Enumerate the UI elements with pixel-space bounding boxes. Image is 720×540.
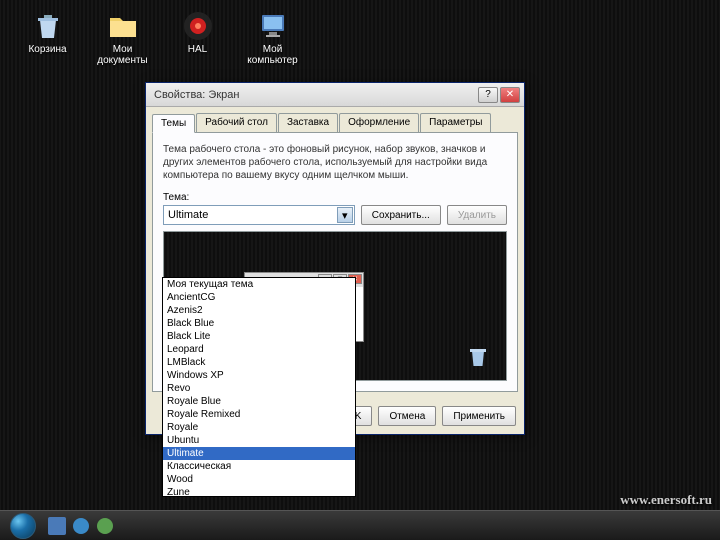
- dropdown-item[interactable]: Ubuntu: [163, 434, 355, 447]
- desktop-icon-computer[interactable]: Мой компьютер: [245, 10, 300, 66]
- desktop-icons: Корзина Мои документы HAL Мой компьютер: [20, 10, 300, 66]
- dropdown-item[interactable]: Классическая: [163, 460, 355, 473]
- preview-recycle-bin-icon: [468, 346, 488, 368]
- quick-launch-icon[interactable]: [72, 517, 90, 535]
- tab-settings[interactable]: Параметры: [420, 113, 491, 132]
- desktop-icon-label: Мой компьютер: [245, 44, 300, 66]
- dropdown-item[interactable]: AncientCG: [163, 291, 355, 304]
- dropdown-item[interactable]: Royale Remixed: [163, 408, 355, 421]
- taskbar: [0, 510, 720, 540]
- chevron-down-icon: ▾: [337, 207, 353, 223]
- desktop-icon-label: Мои документы: [95, 44, 150, 66]
- save-button[interactable]: Сохранить...: [361, 205, 441, 225]
- theme-label: Тема:: [163, 192, 507, 203]
- watermark: www.enersoft.ru: [620, 492, 712, 508]
- desktop-icon-hal[interactable]: HAL: [170, 10, 225, 66]
- desktop-icon-label: HAL: [188, 44, 207, 55]
- dropdown-item[interactable]: Black Blue: [163, 317, 355, 330]
- start-button[interactable]: [6, 512, 40, 540]
- folder-icon: [107, 10, 139, 42]
- dropdown-item[interactable]: Ultimate: [163, 447, 355, 460]
- dropdown-item[interactable]: Revo: [163, 382, 355, 395]
- theme-combobox[interactable]: Ultimate ▾: [163, 205, 355, 225]
- apply-button[interactable]: Применить: [442, 406, 516, 426]
- quick-launch-icon[interactable]: [96, 517, 114, 535]
- dropdown-item[interactable]: Black Lite: [163, 330, 355, 343]
- description-text: Тема рабочего стола - это фоновый рисуно…: [163, 143, 507, 182]
- display-properties-dialog: Свойства: Экран ? ✕ Темы Рабочий стол За…: [145, 82, 525, 435]
- dropdown-item[interactable]: Wood: [163, 473, 355, 486]
- dropdown-item[interactable]: Royale Blue: [163, 395, 355, 408]
- dropdown-item[interactable]: Royale: [163, 421, 355, 434]
- desktop-icon-label: Корзина: [28, 44, 66, 55]
- tab-screensaver[interactable]: Заставка: [278, 113, 338, 132]
- tab-appearance[interactable]: Оформление: [339, 113, 419, 132]
- tab-themes[interactable]: Темы: [152, 114, 195, 133]
- hal-icon: [182, 10, 214, 42]
- cancel-button[interactable]: Отмена: [378, 406, 436, 426]
- dropdown-item[interactable]: Windows XP: [163, 369, 355, 382]
- help-button[interactable]: ?: [478, 87, 498, 103]
- dropdown-item[interactable]: Azenis2: [163, 304, 355, 317]
- quick-launch-icon[interactable]: [48, 517, 66, 535]
- titlebar[interactable]: Свойства: Экран ? ✕: [146, 83, 524, 107]
- computer-icon: [257, 10, 289, 42]
- start-orb-icon: [10, 513, 36, 539]
- tab-desktop[interactable]: Рабочий стол: [196, 113, 277, 132]
- desktop-icon-documents[interactable]: Мои документы: [95, 10, 150, 66]
- dropdown-item[interactable]: Leopard: [163, 343, 355, 356]
- theme-selected-value: Ultimate: [168, 209, 208, 221]
- recycle-bin-icon: [32, 10, 64, 42]
- dropdown-item[interactable]: LMBlack: [163, 356, 355, 369]
- desktop-icon-recycle-bin[interactable]: Корзина: [20, 10, 75, 66]
- delete-button: Удалить: [447, 205, 507, 225]
- dropdown-item[interactable]: Моя текущая тема: [163, 278, 355, 291]
- dialog-title: Свойства: Экран: [150, 89, 478, 101]
- theme-dropdown-list[interactable]: Моя текущая темаAncientCGAzenis2Black Bl…: [162, 277, 356, 497]
- tabs: Темы Рабочий стол Заставка Оформление Па…: [146, 107, 524, 132]
- close-button[interactable]: ✕: [500, 87, 520, 103]
- dropdown-item[interactable]: Zune: [163, 486, 355, 497]
